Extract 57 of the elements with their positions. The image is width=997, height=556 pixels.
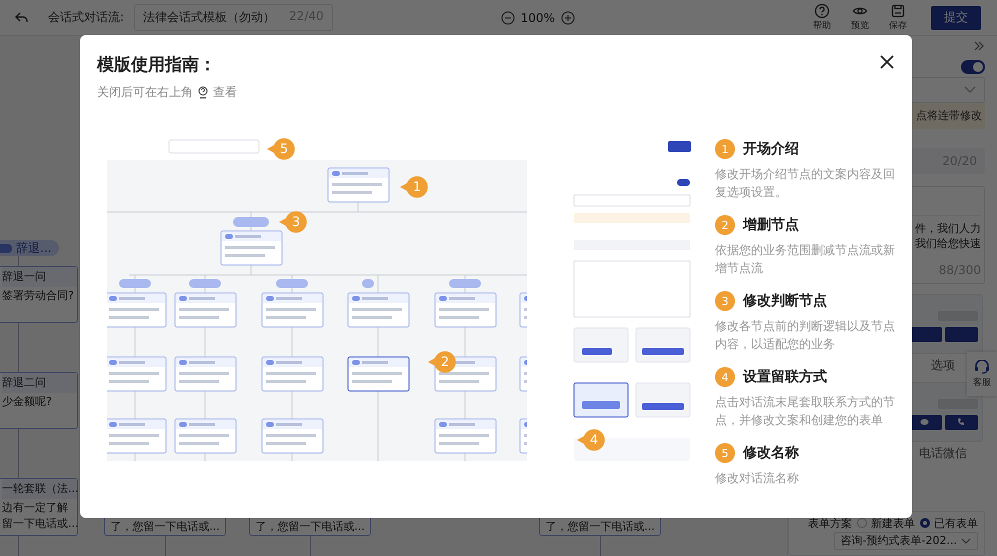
node-text: 边有一定了解 [2,500,69,515]
step-title: 修改名称 [743,444,799,462]
callout-marker: 1 [400,176,428,198]
step-title: 设置留联方式 [743,368,827,386]
flow-node-card[interactable]: 辞退二问 少金额呢? [0,372,78,429]
help-icon [814,3,830,19]
step-title: 修改判断节点 [743,292,827,310]
node-text: 少金额呢? [2,394,53,409]
callout-marker: 2 [428,351,456,373]
step-title: 增删节点 [743,216,799,234]
headset-icon [974,360,990,374]
submit-button[interactable]: 提交 [931,6,981,30]
callout-marker: 4 [577,429,605,451]
chevron-down-icon [961,538,971,544]
zoom-out-icon[interactable] [500,10,515,24]
radio-option[interactable]: 已有表单 [920,516,978,531]
option-bar [944,326,978,342]
flow-name-label: 会话式对话流: [48,9,124,26]
branch-tag[interactable]: 辞退... [0,240,60,256]
dialog-title: 模版使用指南： [97,54,216,76]
flow-node-card[interactable]: 一轮套联（法... 边有一定了解 留一下电话或... [0,478,78,536]
save-icon [890,3,906,19]
node-title: 辞退一问 [2,267,77,287]
hint-text: 查看 [213,84,237,101]
toolbar-action[interactable]: 预览 [851,3,869,32]
step-description: 修改对话流名称 [715,470,800,487]
node-text: 签署劳动合同? [2,288,75,303]
toolbar-action[interactable]: 保存 [889,3,907,32]
form-select[interactable]: 咨询-预约式表单-202... [834,532,978,550]
flow-node-card[interactable]: 辞退一问 签署劳动合同? [0,266,78,323]
toolbar-action[interactable]: 帮助 [813,3,831,32]
chat-icon [920,418,930,426]
step-title: 开场介绍 [743,140,799,158]
help-icon [197,86,209,100]
hint-text: 关闭后可在右上角 [97,84,193,101]
step-number: 4 [715,367,735,387]
reference-toggle[interactable] [961,60,985,74]
node-text: 留一下电话或... [2,516,77,531]
form-scheme-label: 表单方案 [808,516,852,531]
zoom-level: 100% [520,10,555,24]
template-label: 选项 [931,356,955,374]
step-number: 1 [715,139,735,159]
template-label: 电话微信 [919,444,967,462]
step-number: 2 [715,215,735,235]
step-description: 点击对话流末尾套取联系方式的节点，并修改文案和创建您的表单 [715,394,896,429]
node-title: 一轮套联（法... [2,479,77,499]
collapse-icon[interactable] [973,40,985,52]
callout-marker: 5 [267,138,295,160]
step-number: 5 [715,443,735,463]
support-button[interactable]: 客服 [967,352,997,396]
zoom-in-icon[interactable] [560,10,575,24]
callout-marker: 3 [279,211,307,233]
step-description: 修改各节点前的判断逻辑以及节点内容，以适配您的业务 [715,318,896,353]
node-title: 辞退二问 [2,373,77,393]
step-number: 3 [715,291,735,311]
chevron-down-icon [964,86,976,94]
phone-icon [957,418,966,426]
